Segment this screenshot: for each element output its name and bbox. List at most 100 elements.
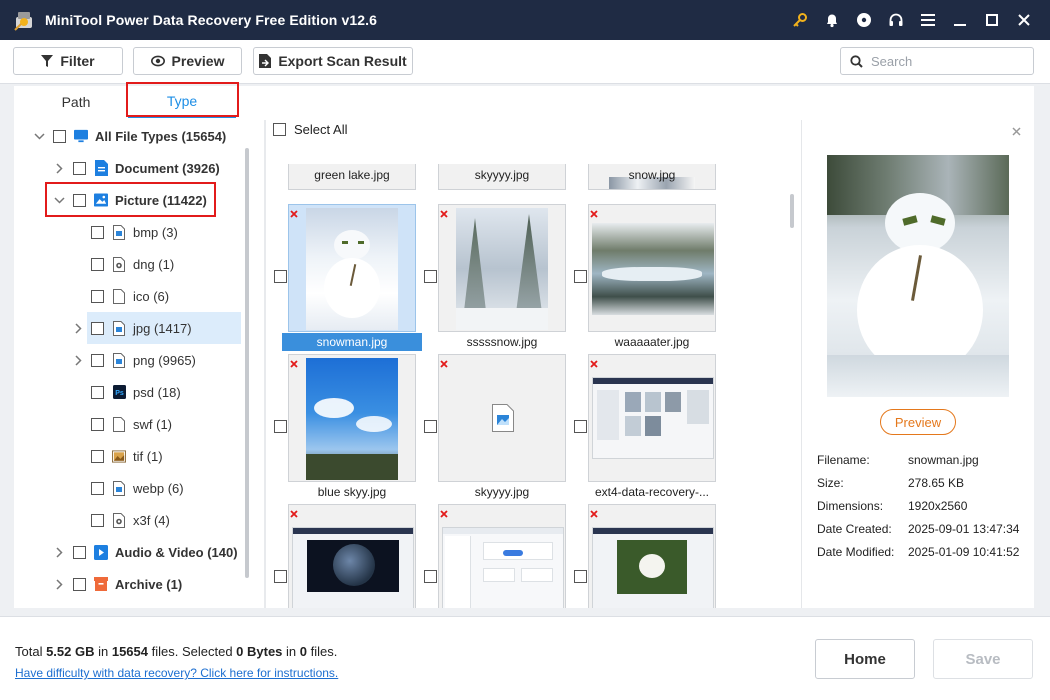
scan-summary: Total 5.52 GB in 15654 files. Selected 0… bbox=[15, 644, 338, 659]
file-thumbnail[interactable] bbox=[588, 204, 716, 332]
earth-screenshot-thumbnail-image bbox=[292, 527, 414, 608]
checkbox[interactable] bbox=[73, 545, 86, 559]
file-thumbnail[interactable] bbox=[438, 354, 566, 482]
checkbox[interactable] bbox=[73, 577, 86, 591]
export-scan-result-button[interactable]: Export Scan Result bbox=[253, 47, 413, 75]
checkbox[interactable] bbox=[91, 449, 104, 463]
deleted-mark-icon bbox=[440, 206, 448, 221]
file-checkbox[interactable] bbox=[424, 270, 437, 283]
disc-icon[interactable] bbox=[848, 0, 880, 40]
save-button[interactable]: Save bbox=[933, 639, 1033, 679]
chevron-right-icon[interactable] bbox=[52, 577, 66, 591]
blank-file-icon bbox=[112, 288, 126, 304]
tree-item-psd[interactable]: Ps psd (18) bbox=[91, 376, 181, 408]
blank-file-icon bbox=[112, 416, 126, 432]
tree-item-bmp[interactable]: bmp (3) bbox=[91, 216, 178, 248]
tree-item-document[interactable]: Document (3926) bbox=[52, 152, 220, 184]
checkbox[interactable] bbox=[53, 129, 66, 143]
tree-item-png[interactable]: png (9965) bbox=[74, 344, 196, 376]
preview-toolbar-button[interactable]: Preview bbox=[133, 47, 242, 75]
checkbox[interactable] bbox=[91, 257, 104, 271]
tree-item-archive[interactable]: Archive (1) bbox=[52, 568, 182, 600]
tree-item-x3f[interactable]: x3f (4) bbox=[91, 504, 170, 536]
checkbox[interactable] bbox=[91, 289, 104, 303]
file-checkbox[interactable] bbox=[574, 570, 587, 583]
tree-item-swf[interactable]: swf (1) bbox=[91, 408, 172, 440]
detail-date-created: Date Created: 2025-09-01 13:47:34 bbox=[817, 522, 1020, 536]
filter-button[interactable]: Filter bbox=[13, 47, 123, 75]
checkbox[interactable] bbox=[73, 161, 86, 175]
chevron-right-icon[interactable] bbox=[71, 353, 85, 367]
chevron-right-icon[interactable] bbox=[71, 321, 85, 335]
checkbox[interactable] bbox=[91, 321, 104, 335]
file-checkbox[interactable] bbox=[274, 270, 287, 283]
select-all-checkbox[interactable] bbox=[273, 123, 286, 136]
tab-path[interactable]: Path bbox=[26, 86, 126, 118]
help-link[interactable]: Have difficulty with data recovery? Clic… bbox=[15, 666, 338, 680]
filter-label: Filter bbox=[60, 53, 95, 69]
eye-icon bbox=[150, 55, 165, 67]
file-thumbnail[interactable] bbox=[288, 504, 416, 608]
file-thumbnail[interactable] bbox=[588, 354, 716, 482]
close-preview-icon[interactable] bbox=[1012, 124, 1021, 139]
tree-label: png (9965) bbox=[133, 352, 196, 368]
file-thumbnail[interactable] bbox=[288, 354, 416, 482]
checkbox[interactable] bbox=[91, 417, 104, 431]
file-checkbox[interactable] bbox=[274, 420, 287, 433]
minimize-icon[interactable] bbox=[944, 0, 976, 40]
checkbox[interactable] bbox=[91, 353, 104, 367]
chevron-right-icon[interactable] bbox=[52, 161, 66, 175]
export-label: Export Scan Result bbox=[278, 53, 407, 69]
file-checkbox[interactable] bbox=[574, 270, 587, 283]
search-icon bbox=[850, 54, 863, 68]
file-thumbnail[interactable] bbox=[438, 204, 566, 332]
tree-item-ico[interactable]: ico (6) bbox=[91, 280, 169, 312]
chevron-down-icon[interactable] bbox=[52, 193, 66, 207]
bell-icon[interactable] bbox=[816, 0, 848, 40]
preview-button[interactable]: Preview bbox=[880, 409, 956, 435]
checkbox[interactable] bbox=[91, 481, 104, 495]
tree-item-tif[interactable]: tif (1) bbox=[91, 440, 163, 472]
checkbox[interactable] bbox=[91, 513, 104, 527]
checkbox[interactable] bbox=[91, 385, 104, 399]
tab-type[interactable]: Type bbox=[128, 86, 236, 118]
file-checkbox[interactable] bbox=[424, 570, 437, 583]
file-checkbox[interactable] bbox=[424, 420, 437, 433]
tree-label: x3f (4) bbox=[133, 512, 170, 528]
file-grid: green lake.jpg skyyyy.jpg snow.jpg snowm… bbox=[272, 164, 792, 608]
file-thumbnail[interactable] bbox=[288, 204, 416, 332]
close-icon[interactable] bbox=[1008, 0, 1040, 40]
preview-label: Preview bbox=[171, 53, 225, 69]
preview-separator bbox=[801, 120, 802, 608]
chevron-right-icon[interactable] bbox=[52, 545, 66, 559]
file-thumbnail[interactable] bbox=[588, 504, 716, 608]
tree-item-picture[interactable]: Picture (11422) bbox=[52, 184, 207, 216]
key-icon[interactable] bbox=[784, 0, 816, 40]
search-box[interactable] bbox=[840, 47, 1034, 75]
toolbar: Filter Preview Export Scan Result bbox=[0, 40, 1050, 84]
detail-date-modified: Date Modified: 2025-01-09 10:41:52 bbox=[817, 545, 1020, 559]
tree-item-dng[interactable]: dng (1) bbox=[91, 248, 174, 280]
tree-scrollbar[interactable] bbox=[245, 148, 249, 578]
headset-icon[interactable] bbox=[880, 0, 912, 40]
file-checkbox[interactable] bbox=[274, 570, 287, 583]
export-file-icon bbox=[259, 54, 272, 68]
tree-item-audio-video[interactable]: Audio & Video (140) bbox=[52, 536, 238, 568]
snowman-thumbnail-image bbox=[306, 208, 398, 330]
menu-icon[interactable] bbox=[912, 0, 944, 40]
funnel-icon bbox=[41, 55, 54, 67]
maximize-icon[interactable] bbox=[976, 0, 1008, 40]
tree-item-webp[interactable]: webp (6) bbox=[91, 472, 184, 504]
file-checkbox[interactable] bbox=[574, 420, 587, 433]
tree-item-all-file-types[interactable]: All File Types (15654) bbox=[32, 120, 226, 152]
select-all[interactable]: Select All bbox=[273, 122, 347, 137]
checkbox[interactable] bbox=[91, 225, 104, 239]
grid-scrollbar[interactable] bbox=[790, 194, 794, 228]
panel-divider[interactable] bbox=[264, 120, 266, 608]
chevron-down-icon[interactable] bbox=[32, 129, 46, 143]
home-button[interactable]: Home bbox=[815, 639, 915, 679]
tree-item-jpg[interactable]: jpg (1417) bbox=[74, 312, 241, 344]
search-input[interactable] bbox=[871, 53, 1021, 69]
file-thumbnail[interactable] bbox=[438, 504, 566, 608]
checkbox[interactable] bbox=[73, 193, 86, 207]
